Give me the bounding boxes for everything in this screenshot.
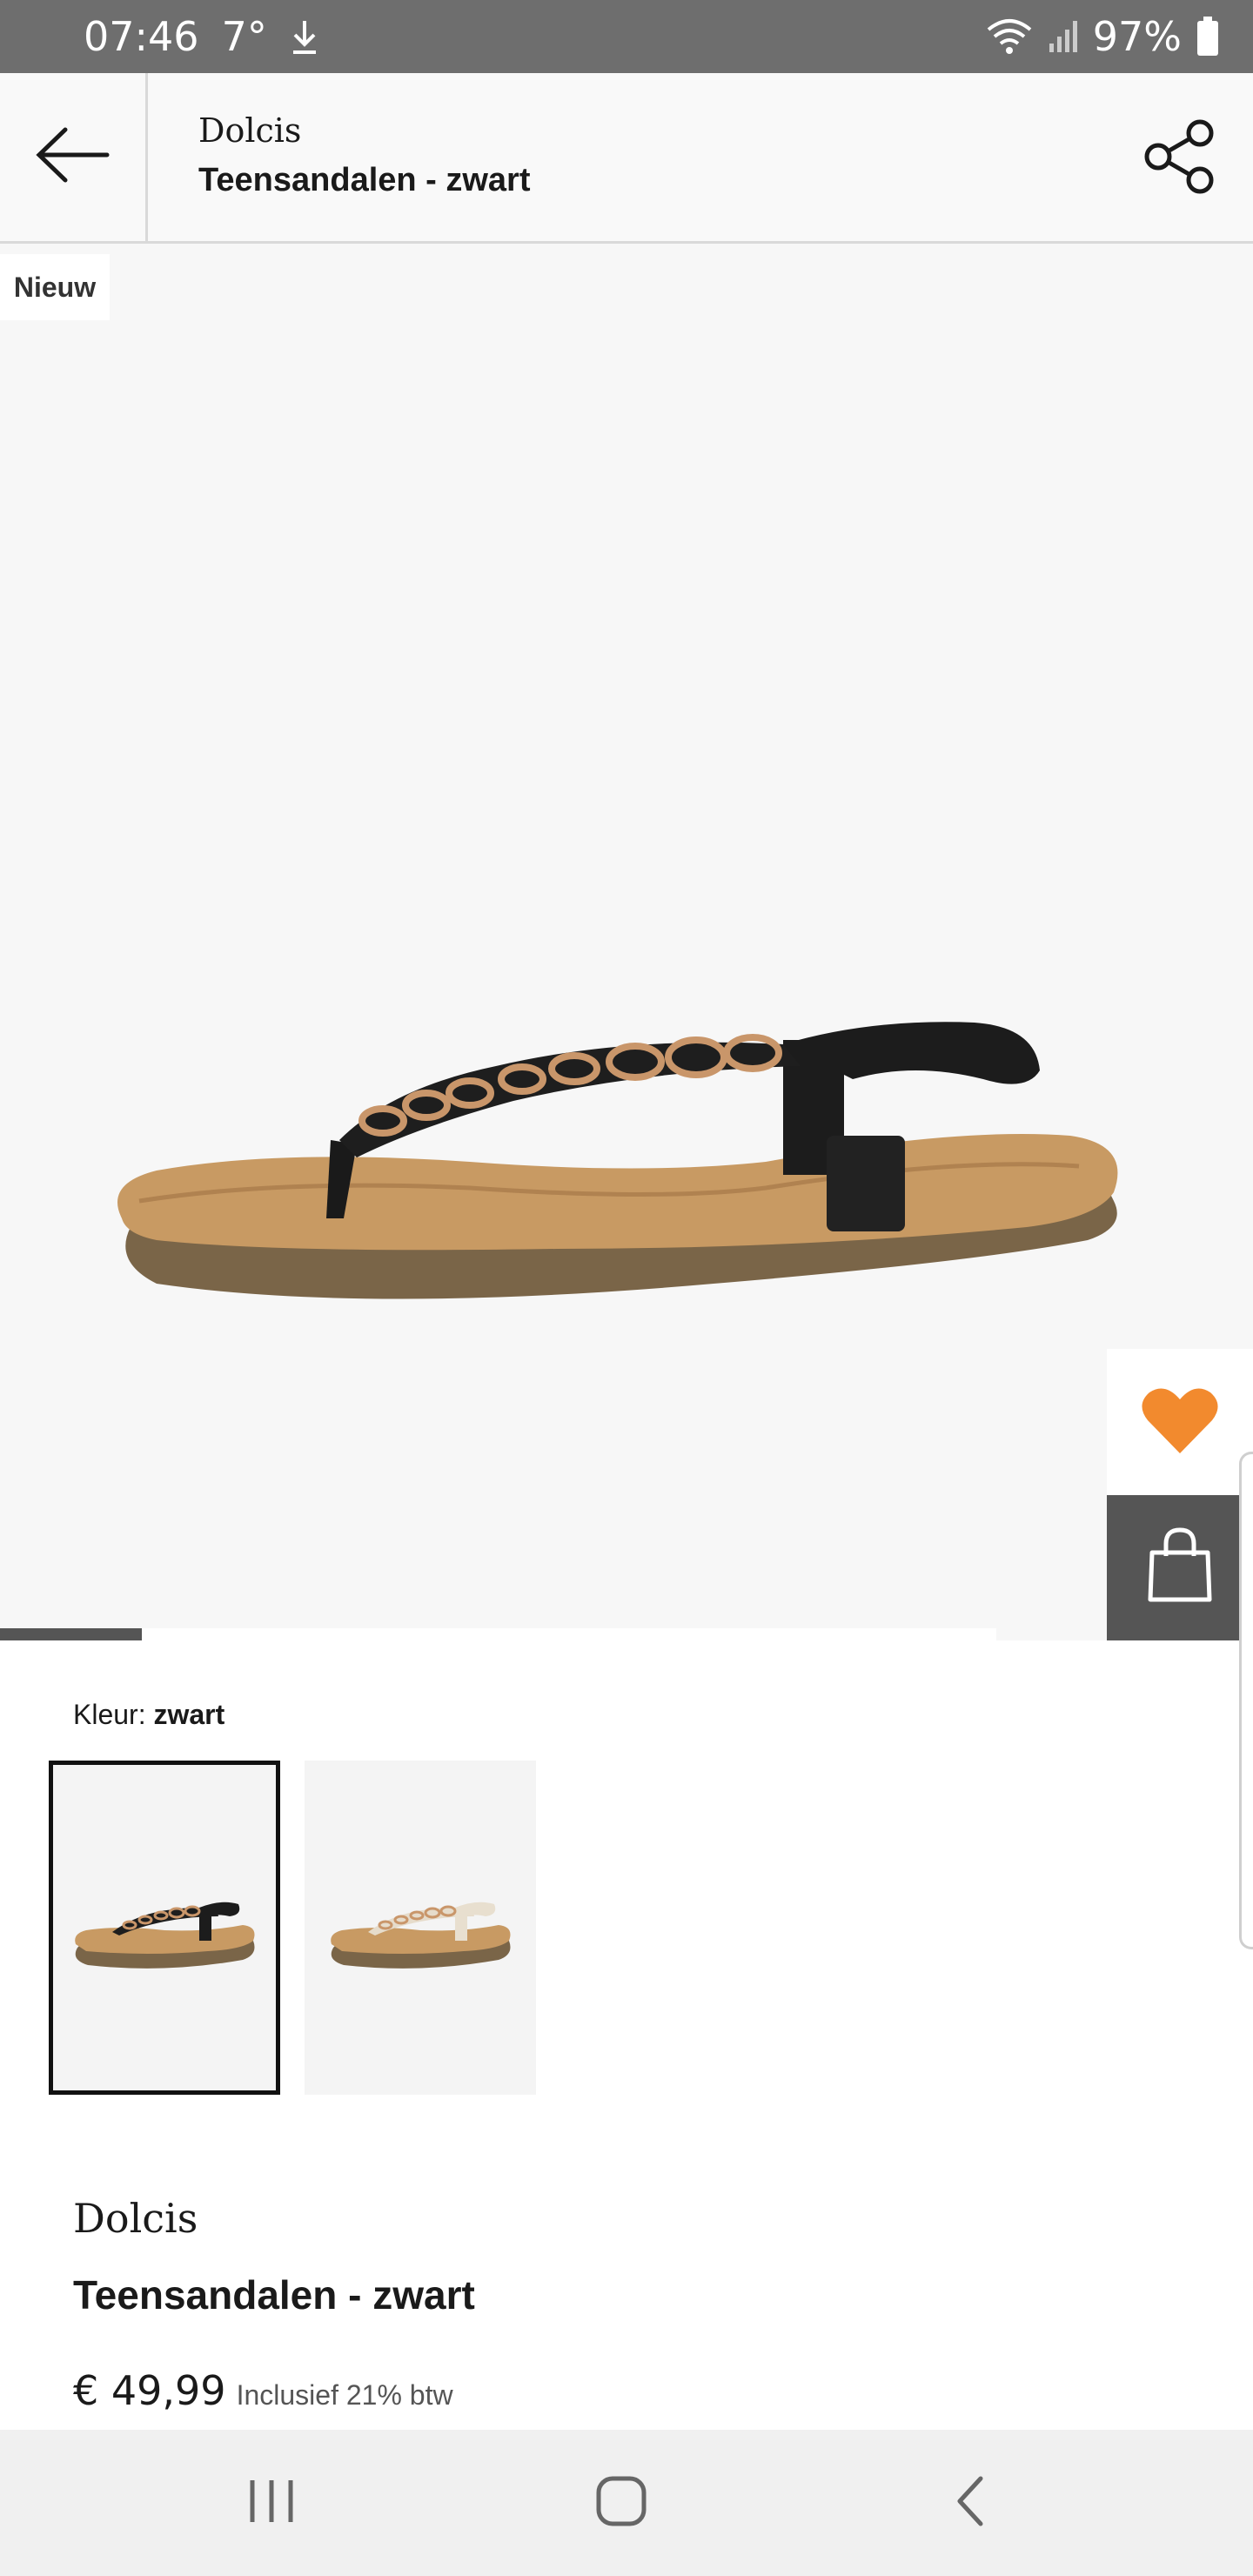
recent-apps-icon <box>245 2477 298 2530</box>
product-gallery[interactable]: Nieuw <box>0 244 1253 1640</box>
header-brand: Dolcis <box>198 111 302 150</box>
battery-icon <box>1196 17 1220 57</box>
battery-percent: 97% <box>1092 13 1182 60</box>
product-image <box>104 940 1149 1332</box>
status-bar: 07:46 7° 97% <box>0 0 1253 73</box>
chevron-left-icon <box>949 2473 993 2533</box>
product-name: Teensandalen - zwart <box>73 2272 475 2318</box>
home-button[interactable] <box>578 2459 665 2546</box>
color-label-value: zwart <box>153 1699 225 1730</box>
share-button[interactable] <box>1136 115 1223 202</box>
recent-apps-button[interactable] <box>228 2459 315 2546</box>
color-swatch-beige[interactable] <box>305 1761 536 2095</box>
status-right: 97% <box>985 0 1220 73</box>
color-swatch-zwart[interactable] <box>49 1761 280 2095</box>
header-titles: Dolcis Teensandalen - zwart <box>198 111 531 199</box>
signal-icon <box>1048 17 1079 56</box>
product-brand[interactable]: Dolcis <box>73 2195 198 2242</box>
wifi-icon <box>985 17 1034 56</box>
color-label-prefix: Kleur: <box>73 1699 146 1730</box>
side-scroll-handle[interactable] <box>1239 1452 1253 1949</box>
system-back-button[interactable] <box>928 2459 1015 2546</box>
status-temperature: 7° <box>221 13 267 60</box>
download-icon <box>290 17 319 56</box>
back-button[interactable] <box>0 73 148 241</box>
vat-note: Inclusief 21% btw <box>236 2379 453 2411</box>
swatch-image-black <box>75 1902 255 1969</box>
system-navigation-bar <box>0 2430 1253 2576</box>
carousel-progress-indicator <box>0 1628 142 1640</box>
app-header: Dolcis Teensandalen - zwart <box>0 73 1253 244</box>
new-badge: Nieuw <box>0 254 110 320</box>
share-icon <box>1141 117 1219 200</box>
swatch-image-beige <box>331 1902 511 1969</box>
carousel-progress-track <box>0 1628 996 1640</box>
status-left: 07:46 7° <box>84 0 319 73</box>
heart-icon <box>1141 1385 1219 1459</box>
shopping-bag-icon <box>1145 1526 1215 1609</box>
color-label: Kleur: zwart <box>73 1699 224 1731</box>
status-time: 07:46 <box>84 13 199 60</box>
add-to-bag-button[interactable] <box>1107 1495 1253 1640</box>
header-product-title: Teensandalen - zwart <box>198 162 531 198</box>
favorite-button[interactable] <box>1107 1349 1253 1495</box>
price-row: € 49,99 Inclusief 21% btw <box>73 2367 453 2414</box>
home-icon <box>593 2473 649 2533</box>
arrow-left-icon <box>34 124 112 190</box>
product-price: € 49,99 <box>73 2367 226 2414</box>
